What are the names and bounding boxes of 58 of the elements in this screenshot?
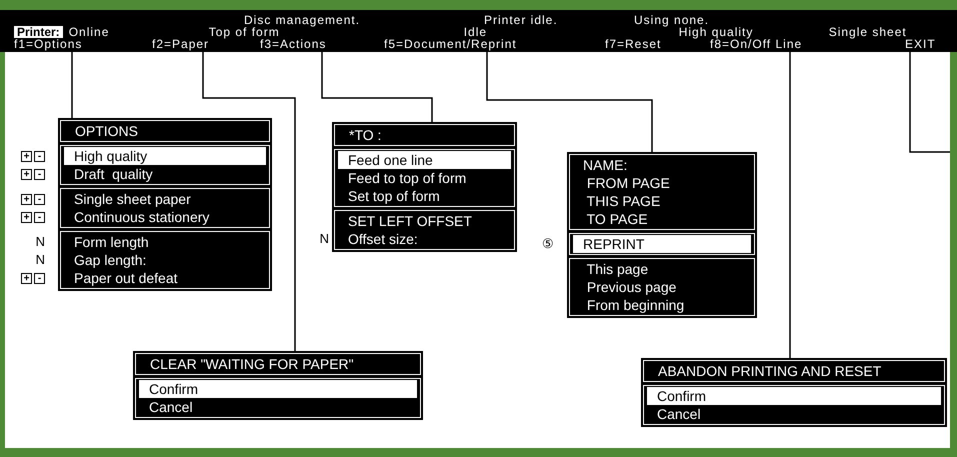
status-text: Using none. [634, 13, 710, 27]
side-label: N [320, 230, 329, 248]
menu-item[interactable]: Draft quality [64, 165, 266, 183]
menu-item[interactable]: Form length [64, 233, 266, 251]
menu-item[interactable]: SET LEFT OFFSET [338, 212, 511, 230]
function-key[interactable]: f5=Document/Reprint [384, 37, 517, 51]
menu-title: CLEAR "WAITING FOR PAPER" [135, 353, 421, 375]
plus-key[interactable]: + [21, 168, 32, 180]
menu-item[interactable]: Gap length: [64, 251, 266, 269]
minus-key[interactable]: - [34, 150, 45, 162]
side-label: N [36, 233, 45, 252]
status-text: Single sheet [828, 25, 907, 39]
menu-item[interactable]: Single sheet paper [64, 190, 266, 208]
menu-item[interactable]: Paper out defeat [64, 269, 266, 287]
plus-key[interactable]: + [21, 212, 32, 222]
minus-key[interactable]: - [34, 194, 45, 204]
menu-item[interactable]: Set top of form [338, 187, 511, 205]
menu-item[interactable]: From beginning [573, 296, 751, 314]
menu-item[interactable]: NAME: [573, 156, 751, 174]
menu-item[interactable]: FROM PAGE [573, 174, 751, 192]
menu-item[interactable]: REPRINT [573, 235, 751, 253]
menu-title: ABANDON PRINTING AND RESET [643, 360, 945, 382]
menu-item[interactable]: High quality [64, 147, 266, 165]
menu-title: OPTIONS [60, 120, 270, 142]
function-key[interactable]: f7=Reset [605, 37, 662, 51]
minus-key[interactable]: - [34, 168, 45, 180]
status-text: Online [68, 25, 110, 39]
printer-label: Printer: [14, 26, 63, 38]
status-text: High quality [678, 25, 754, 39]
menu-item[interactable]: This page [573, 260, 751, 278]
function-key[interactable]: f8=On/Off Line [710, 37, 802, 51]
menu-item[interactable]: Feed to top of form [338, 169, 511, 187]
menu-item[interactable]: Cancel [647, 405, 941, 423]
menu-item[interactable]: Confirm [647, 387, 941, 405]
status-text: Top of form [208, 25, 280, 39]
function-key[interactable]: EXIT [905, 37, 936, 51]
minus-key[interactable]: - [34, 212, 45, 222]
menu-item[interactable]: Continuous stationery [64, 208, 266, 226]
status-text: Idle [464, 25, 488, 39]
plus-key[interactable]: + [21, 272, 32, 284]
plus-key[interactable]: + [21, 194, 32, 204]
menu-title: *TO : [334, 124, 515, 146]
function-key[interactable]: f2=Paper [152, 37, 210, 51]
menu-item[interactable]: TO PAGE [573, 210, 751, 228]
status-text: Printer idle. [484, 13, 558, 27]
menu-item[interactable]: Feed one line [338, 151, 511, 169]
menu-item[interactable]: THIS PAGE [573, 192, 751, 210]
function-key[interactable]: f1=Options [14, 37, 82, 51]
menu-item[interactable]: Cancel [139, 398, 417, 416]
plus-key[interactable]: + [21, 150, 32, 162]
status-text: Disc management. [244, 13, 360, 27]
side-label: N [36, 251, 45, 270]
minus-key[interactable]: - [34, 272, 45, 284]
menu-item[interactable]: Confirm [139, 380, 417, 398]
menu-item[interactable]: Offset size: [338, 230, 511, 248]
menu-item[interactable]: Previous page [573, 278, 751, 296]
function-key[interactable]: f3=Actions [260, 37, 326, 51]
side-label: ⑤ [542, 235, 554, 254]
